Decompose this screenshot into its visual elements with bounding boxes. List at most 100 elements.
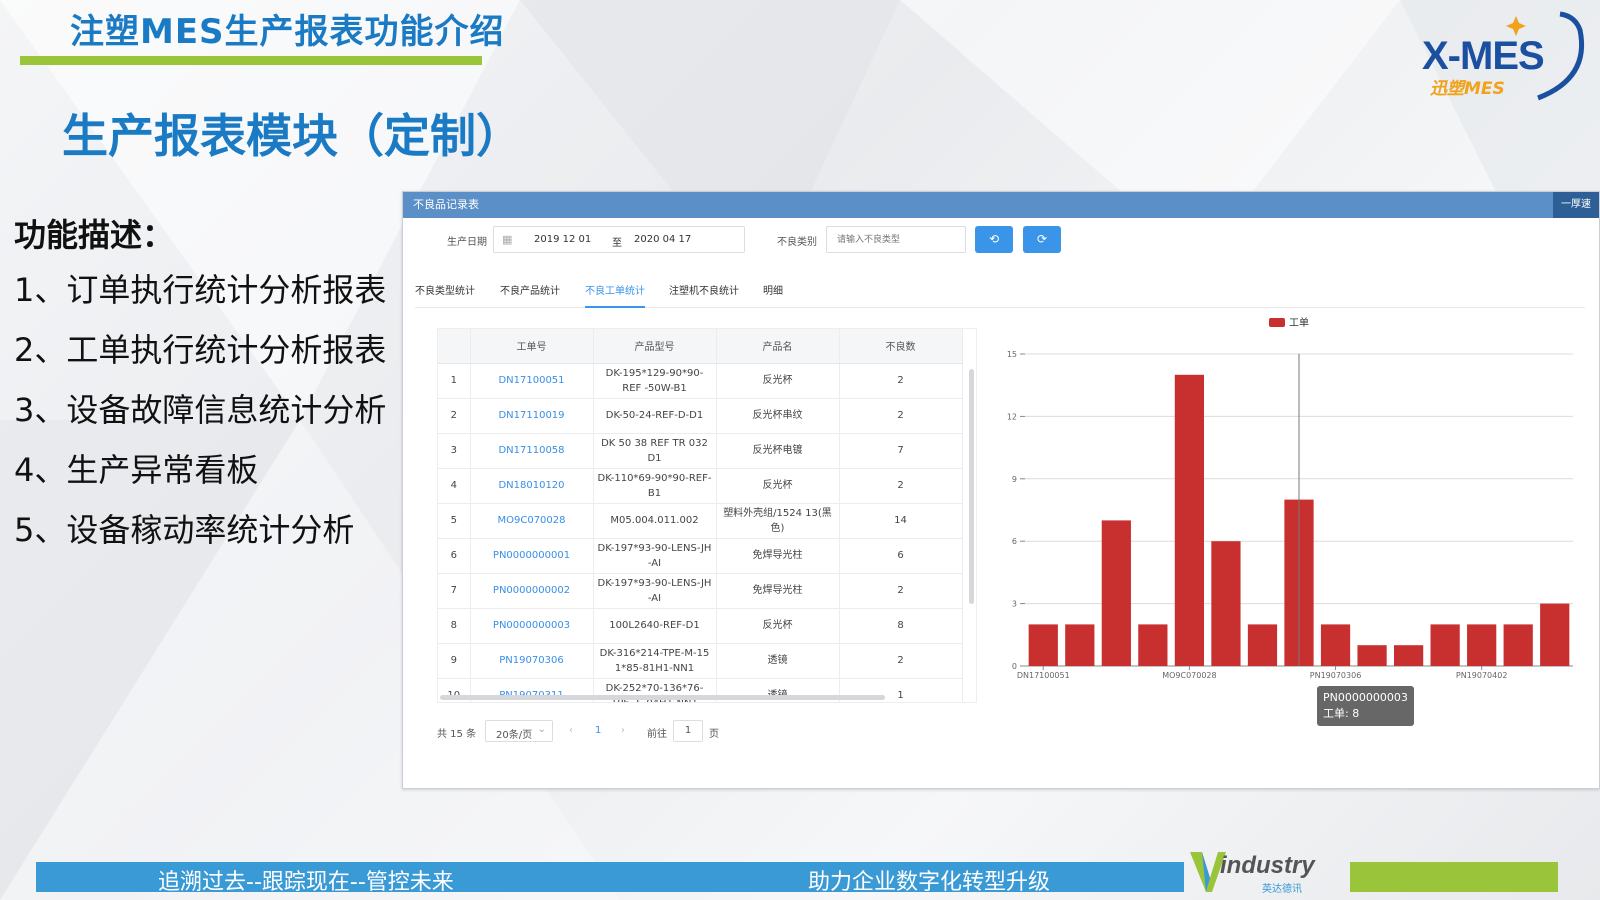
header-product-name[interactable]: 产品名 xyxy=(716,329,840,364)
product-model: DK-197*93-90-LENS-JH -AI xyxy=(593,538,717,574)
chart-bar xyxy=(1174,374,1205,666)
chart-bar xyxy=(1430,624,1460,666)
goto-label: 前往 xyxy=(647,729,667,740)
row-index: 1 xyxy=(438,363,471,399)
header-defect-count[interactable]: 不良数 xyxy=(839,329,963,364)
y-tick-label: 12 xyxy=(1007,412,1017,421)
horizontal-scrollbar[interactable] xyxy=(440,695,885,700)
workorder-link[interactable]: DN17110058 xyxy=(470,433,594,469)
total-count: 共 15 条 xyxy=(437,729,477,740)
table-row[interactable]: 7 PN0000000002 DK-197*93-90-LENS-JH -AI … xyxy=(438,573,963,609)
footer-bar-right xyxy=(1350,862,1558,892)
tab-detail[interactable]: 明细 xyxy=(763,284,783,308)
workorder-link[interactable]: PN0000000002 xyxy=(470,573,594,609)
vertical-scrollbar[interactable] xyxy=(969,369,974,604)
product-model: DK-50-24-REF-D-D1 xyxy=(593,398,717,434)
y-tick-label: 6 xyxy=(1012,537,1017,546)
industry-text: industry xyxy=(1220,852,1315,879)
y-tick-label: 3 xyxy=(1012,600,1017,609)
date-range-picker[interactable]: ▦ 2019 12 01 至 2020 04 17 xyxy=(493,226,745,253)
chart-bar xyxy=(1028,624,1058,666)
table-row[interactable]: 8 PN0000000003 100L2640-REF-D1 反光杯 8 xyxy=(438,608,963,644)
header-product-model[interactable]: 产品型号 xyxy=(593,329,717,364)
workorder-link[interactable]: MO9C070028 xyxy=(470,503,594,539)
title-underline xyxy=(20,56,482,65)
function-item: 3、设备故障信息统计分析 xyxy=(14,391,387,429)
table-row[interactable]: 3 DN17110058 DK 50 38 REF TR 032 D1 反光杯电… xyxy=(438,433,963,469)
bar-chart: 工单 0 3 6 9 12 15 DN17100051 MO9C070028 PN19070306… xyxy=(1007,317,1573,680)
product-model: DK-197*93-90-LENS-JH -AI xyxy=(593,573,717,609)
table-row[interactable]: 6 PN0000000001 DK-197*93-90-LENS-JH -AI … xyxy=(438,538,963,574)
product-model: DK-316*214-TPE-M-15 1*85-81H1-NN1 xyxy=(593,643,717,679)
date-from[interactable]: 2019 12 01 xyxy=(534,234,591,245)
row-index: 4 xyxy=(438,468,471,504)
table-row[interactable]: 1 DN17100051 DK-195*129-90*90-REF -50W-B… xyxy=(438,363,963,399)
tab-defect-product[interactable]: 不良产品统计 xyxy=(500,284,560,308)
product-name: 塑料外壳组/1524 13(黑色) xyxy=(716,503,840,539)
defect-report-window: 不良品记录表 一厚速 生产日期 ▦ 2019 12 01 至 2020 04 1… xyxy=(402,191,1600,789)
page-size-select[interactable]: 20条/页 ⌄ xyxy=(485,720,553,742)
tooltip-value: 工单: 8 xyxy=(1323,706,1360,720)
defect-workorder-chart: 工单 0 3 6 9 12 15 DN17100051 MO9C070028 PN19070306… xyxy=(991,310,1591,726)
search-button[interactable]: ⟲ xyxy=(975,226,1013,253)
workorder-link[interactable]: DN17100051 xyxy=(470,363,594,399)
calendar-icon: ▦ xyxy=(502,233,513,246)
type-label: 不良类别 xyxy=(777,237,817,248)
workorder-link[interactable]: PN0000000003 xyxy=(470,608,594,644)
page-unit: 页 xyxy=(709,729,719,740)
product-model: DK-110*69-90*90-REF- B1 xyxy=(593,468,717,504)
product-model: DK-195*129-90*90-REF -50W-B1 xyxy=(593,363,717,399)
function-description-label: 功能描述： xyxy=(14,216,175,254)
current-page[interactable]: 1 xyxy=(595,725,601,736)
workorder-link[interactable]: PN19070306 xyxy=(470,643,594,679)
chart-tooltip: PN0000000003 工单: 8 xyxy=(1317,685,1414,726)
chart-bar xyxy=(1540,603,1570,666)
workorder-link[interactable]: DN17110019 xyxy=(470,398,594,434)
defect-count: 2 xyxy=(839,643,963,679)
footer-slogan-left: 追溯过去--跟踪现在--管控未来 xyxy=(158,870,454,895)
function-item: 5、设备稼动率统计分析 xyxy=(14,511,355,549)
module-title: 生产报表模块（定制） xyxy=(62,109,522,163)
x-tick-label: MO9C070028 xyxy=(1162,671,1216,680)
search-icon: ⟲ xyxy=(988,232,1000,246)
tab-defect-machine[interactable]: 注塑机不良统计 xyxy=(669,284,739,308)
defect-count: 7 xyxy=(839,433,963,469)
workorder-table: 工单号 产品型号 产品名 不良数 1 DN17100051 DK-195*129… xyxy=(437,328,977,703)
tab-defect-type[interactable]: 不良类型统计 xyxy=(415,284,475,308)
chevron-down-icon: ⌄ xyxy=(537,724,546,735)
workorder-link[interactable]: PN0000000001 xyxy=(470,538,594,574)
table-header-row: 工单号 产品型号 产品名 不良数 xyxy=(438,329,963,364)
header-index xyxy=(438,329,471,364)
prev-page-button[interactable]: ‹ xyxy=(569,725,573,736)
product-model: M05.004.011.002 xyxy=(593,503,717,539)
header-workorder-no[interactable]: 工单号 xyxy=(470,329,594,364)
next-page-button[interactable]: › xyxy=(621,725,625,736)
filter-row: 生产日期 ▦ 2019 12 01 至 2020 04 17 不良类别 ⟲ ⟳ xyxy=(403,218,1599,260)
x-tick-label: DN17100051 xyxy=(1017,671,1070,680)
table-row[interactable]: 5 MO9C070028 M05.004.011.002 塑料外壳组/1524 … xyxy=(438,503,963,539)
refresh-icon: ⟳ xyxy=(1036,232,1048,246)
industry-sub-text: 英达德讯 xyxy=(1262,884,1302,895)
corner-button[interactable]: 一厚速 xyxy=(1553,192,1599,218)
table-row[interactable]: 4 DN18010120 DK-110*69-90*90-REF- B1 反光杯… xyxy=(438,468,963,504)
row-index: 7 xyxy=(438,573,471,609)
footer-slogan-right: 助力企业数字化转型升级 xyxy=(808,870,1051,895)
reset-button[interactable]: ⟳ xyxy=(1023,226,1061,253)
table-row[interactable]: 9 PN19070306 DK-316*214-TPE-M-15 1*85-81… xyxy=(438,643,963,679)
chart-bar xyxy=(1247,624,1278,666)
industry-logo: industry 英达德讯 xyxy=(1188,848,1343,896)
workorder-link[interactable]: DN18010120 xyxy=(470,468,594,504)
product-name: 反光杯 xyxy=(716,363,840,399)
table-row[interactable]: 2 DN17110019 DK-50-24-REF-D-D1 反光杯串纹 2 xyxy=(438,398,963,434)
defect-count: 14 xyxy=(839,503,963,539)
legend-label: 工单 xyxy=(1289,317,1309,329)
logo-main-text: X-MES xyxy=(1422,34,1545,78)
row-index: 8 xyxy=(438,608,471,644)
xmes-logo: X-MES 迅塑MES xyxy=(1420,8,1595,103)
date-to[interactable]: 2020 04 17 xyxy=(634,234,691,245)
defect-type-input[interactable] xyxy=(826,226,966,253)
defect-count: 2 xyxy=(839,573,963,609)
goto-page-input[interactable]: 1 xyxy=(673,720,703,742)
tab-defect-workorder[interactable]: 不良工单统计 xyxy=(585,284,645,308)
product-name: 反光杯 xyxy=(716,608,840,644)
